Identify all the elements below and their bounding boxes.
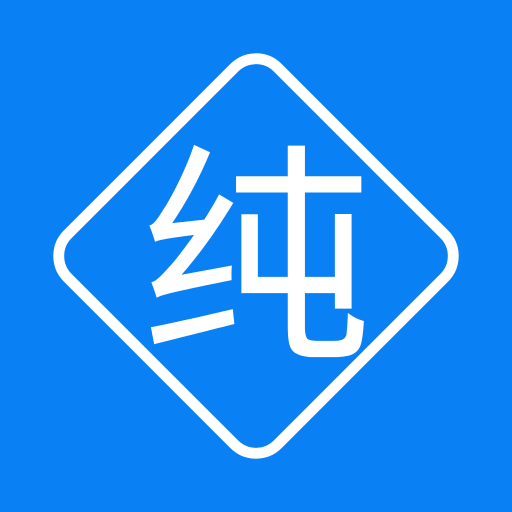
app-icon: 纯 bbox=[0, 0, 512, 512]
app-glyph: 纯 bbox=[139, 125, 372, 395]
